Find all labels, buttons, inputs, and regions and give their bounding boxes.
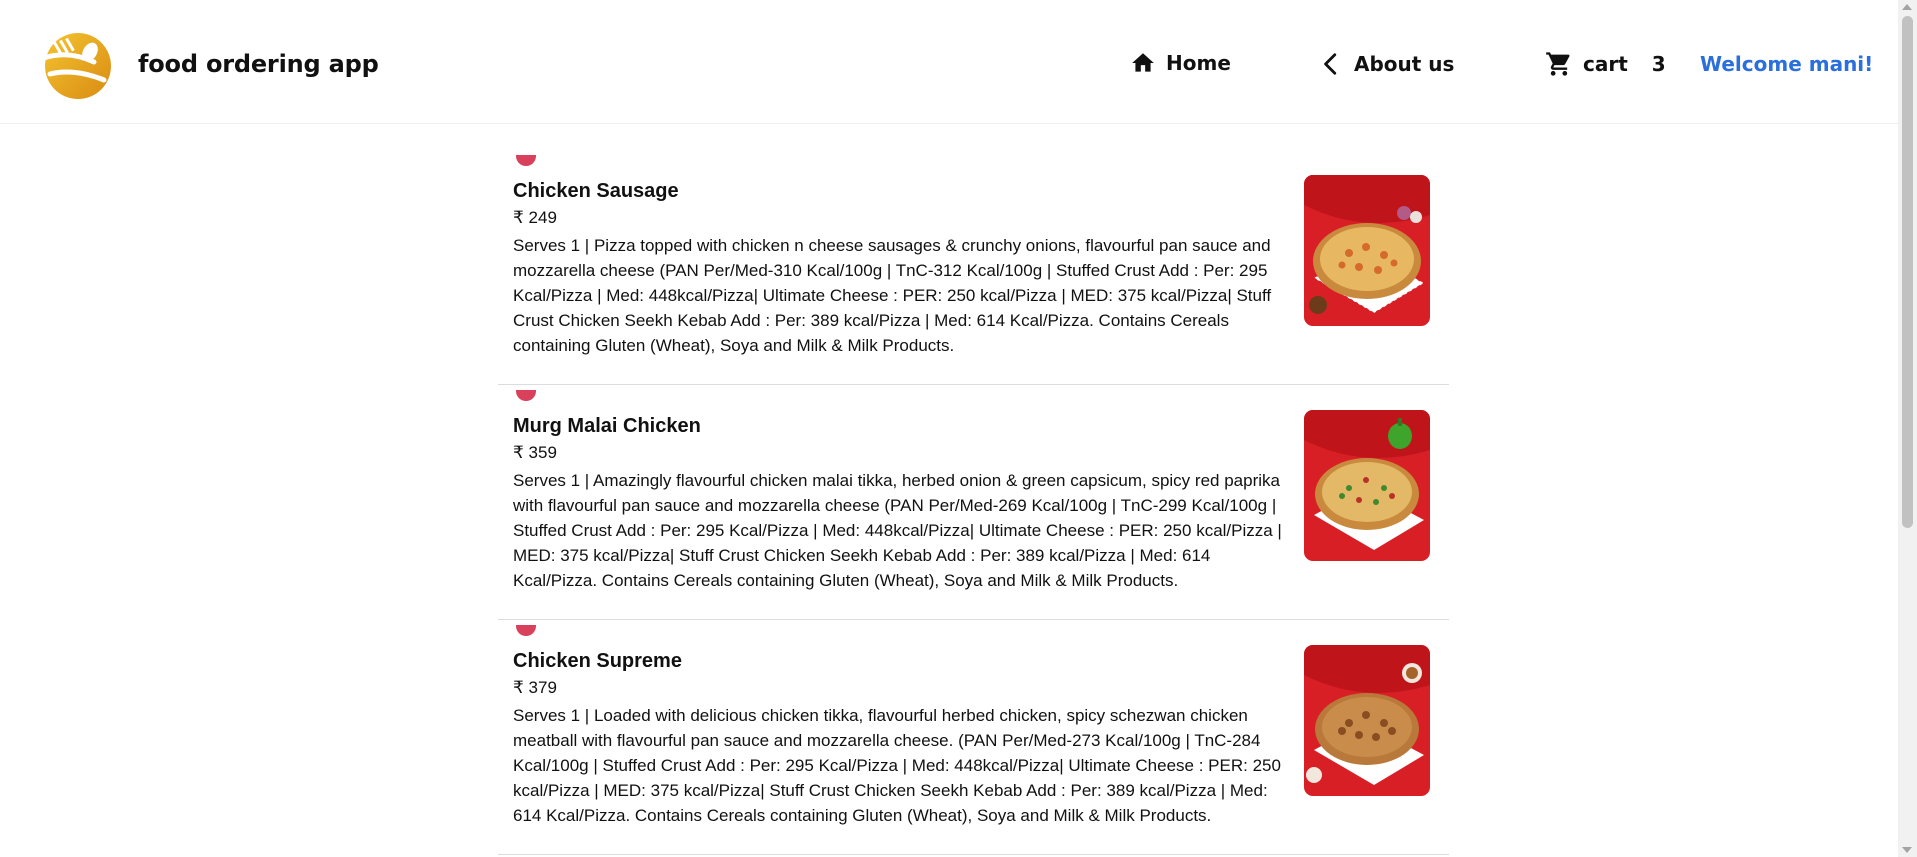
top-navbar: food ordering app Home About us cart 3 W… bbox=[0, 0, 1898, 124]
home-icon bbox=[1130, 50, 1156, 76]
item-description: Serves 1 | Amazingly flavourful chicken … bbox=[513, 471, 1282, 590]
item-image bbox=[1304, 645, 1430, 796]
item-description: Serves 1 | Loaded with delicious chicken… bbox=[513, 706, 1281, 825]
welcome-user-link[interactable]: Welcome mani! bbox=[1700, 52, 1873, 76]
menu-item-card[interactable]: Chicken Sausage ₹ 249 Serves 1 | Pizza t… bbox=[498, 150, 1449, 385]
nav-cart-link[interactable]: cart 3 bbox=[1545, 50, 1666, 78]
menu-item-card[interactable]: Murg Malai Chicken ₹ 359 Serves 1 | Amaz… bbox=[498, 385, 1449, 620]
food-type-indicator-icon bbox=[516, 155, 536, 166]
cart-count-badge: 3 bbox=[1651, 52, 1666, 76]
item-price: ₹ 379 bbox=[513, 678, 557, 697]
item-price: ₹ 359 bbox=[513, 443, 557, 462]
scroll-down-arrow-icon[interactable] bbox=[1902, 847, 1912, 853]
item-name: Chicken Supreme bbox=[513, 650, 682, 672]
nav-cart-label: cart bbox=[1583, 52, 1628, 76]
food-type-indicator-icon bbox=[516, 390, 536, 401]
item-image bbox=[1304, 410, 1430, 561]
food-type-indicator-icon bbox=[516, 625, 536, 636]
scrollbar-thumb[interactable] bbox=[1902, 16, 1913, 528]
item-price: ₹ 249 bbox=[513, 208, 557, 227]
menu-item-list: Chicken Sausage ₹ 249 Serves 1 | Pizza t… bbox=[498, 150, 1449, 855]
vertical-scrollbar[interactable] bbox=[1898, 0, 1917, 857]
nav-about-label: About us bbox=[1354, 52, 1455, 76]
item-image bbox=[1304, 175, 1430, 326]
logo-icon[interactable] bbox=[38, 28, 114, 102]
nav-home-label: Home bbox=[1166, 51, 1231, 75]
item-name: Chicken Sausage bbox=[513, 180, 679, 202]
scroll-up-arrow-icon[interactable] bbox=[1902, 4, 1912, 10]
cart-icon bbox=[1545, 50, 1573, 78]
nav-home-link[interactable]: Home bbox=[1130, 50, 1231, 76]
chevron-left-icon bbox=[1318, 50, 1344, 78]
app-title: food ordering app bbox=[138, 50, 379, 78]
menu-item-card[interactable]: Chicken Supreme ₹ 379 Serves 1 | Loaded … bbox=[498, 620, 1449, 855]
item-name: Murg Malai Chicken bbox=[513, 415, 701, 437]
item-description: Serves 1 | Pizza topped with chicken n c… bbox=[513, 236, 1272, 355]
nav-about-link[interactable]: About us bbox=[1318, 50, 1454, 78]
